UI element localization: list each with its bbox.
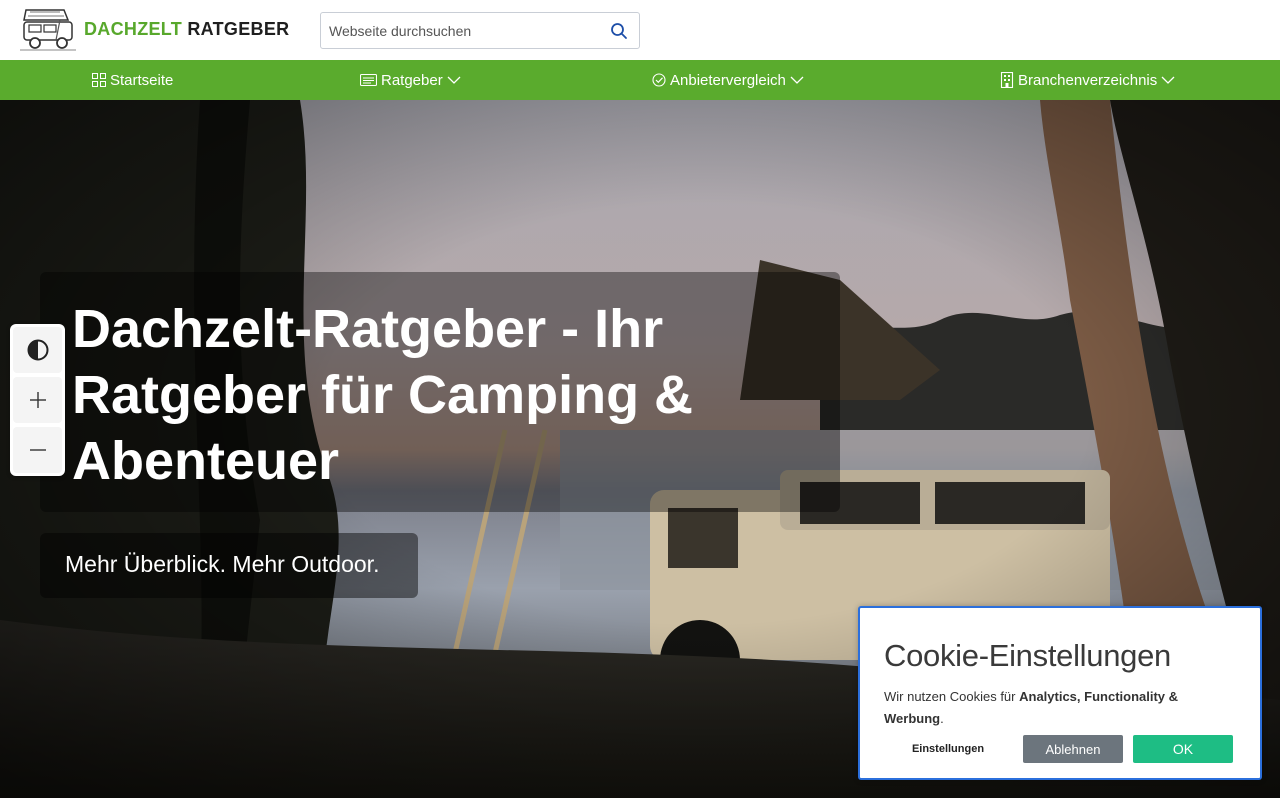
- main-navigation: Startseite Ratgeber Anbietervergleich Br…: [0, 60, 1280, 100]
- nav-item-anbietervergleich[interactable]: Anbietervergleich: [652, 60, 804, 100]
- plus-icon: [29, 392, 46, 408]
- site-header: DACHZELT RATGEBER: [0, 0, 1280, 60]
- zoom-out-button[interactable]: [13, 427, 62, 473]
- cookie-text-prefix: Wir nutzen Cookies für: [884, 689, 1020, 704]
- newspaper-icon: [360, 73, 377, 87]
- logo-word-dachzelt: DACHZELT: [84, 18, 183, 39]
- accessibility-toolbar: [10, 324, 65, 476]
- cookie-dialog: Cookie-Einstellungen Wir nutzen Cookies …: [858, 606, 1262, 780]
- chevron-down-icon: [447, 76, 461, 84]
- minus-icon: [29, 449, 46, 451]
- search-button[interactable]: [607, 19, 631, 43]
- hero-subtitle: Mehr Überblick. Mehr Outdoor.: [65, 551, 380, 577]
- cookie-decline-button[interactable]: Ablehnen: [1023, 735, 1123, 763]
- car-with-rooftop-tent-icon: [20, 9, 76, 51]
- nav-label-ratgeber: Ratgeber: [381, 71, 443, 89]
- zoom-in-button[interactable]: [13, 377, 62, 423]
- chevron-down-icon: [1161, 76, 1175, 84]
- cookie-accept-button[interactable]: OK: [1133, 735, 1233, 763]
- nav-item-branchenverzeichnis[interactable]: Branchenverzeichnis: [1000, 60, 1175, 100]
- nav-item-startseite[interactable]: Startseite: [92, 60, 173, 100]
- check-circle-icon: [652, 73, 666, 87]
- contrast-icon: [27, 339, 48, 361]
- search-box: [320, 12, 640, 49]
- search-input[interactable]: [321, 13, 601, 48]
- logo-wordmark: DACHZELT RATGEBER: [84, 19, 289, 40]
- cookie-dialog-title: Cookie-Einstellungen: [884, 638, 1171, 673]
- logo-word-ratgeber: RATGEBER: [187, 18, 290, 39]
- cookie-text-suffix: .: [940, 711, 944, 726]
- cookie-settings-button[interactable]: Einstellungen: [890, 735, 1006, 763]
- cookie-dialog-text: Wir nutzen Cookies für Analytics, Functi…: [884, 686, 1214, 730]
- hero-title: Dachzelt-Ratgeber - Ihr Ratgeber für Cam…: [72, 299, 694, 491]
- nav-label-startseite: Startseite: [110, 71, 174, 89]
- chevron-down-icon: [790, 76, 804, 84]
- building-icon: [1000, 72, 1014, 88]
- site-logo[interactable]: DACHZELT RATGEBER: [20, 6, 289, 52]
- nav-label-anbietervergleich: Anbietervergleich: [670, 71, 786, 89]
- search-icon: [611, 23, 627, 39]
- contrast-toggle-button[interactable]: [13, 327, 62, 373]
- nav-item-ratgeber[interactable]: Ratgeber: [360, 60, 461, 100]
- nav-label-branchenverzeichnis: Branchenverzeichnis: [1018, 71, 1158, 89]
- grid-icon: [92, 73, 106, 87]
